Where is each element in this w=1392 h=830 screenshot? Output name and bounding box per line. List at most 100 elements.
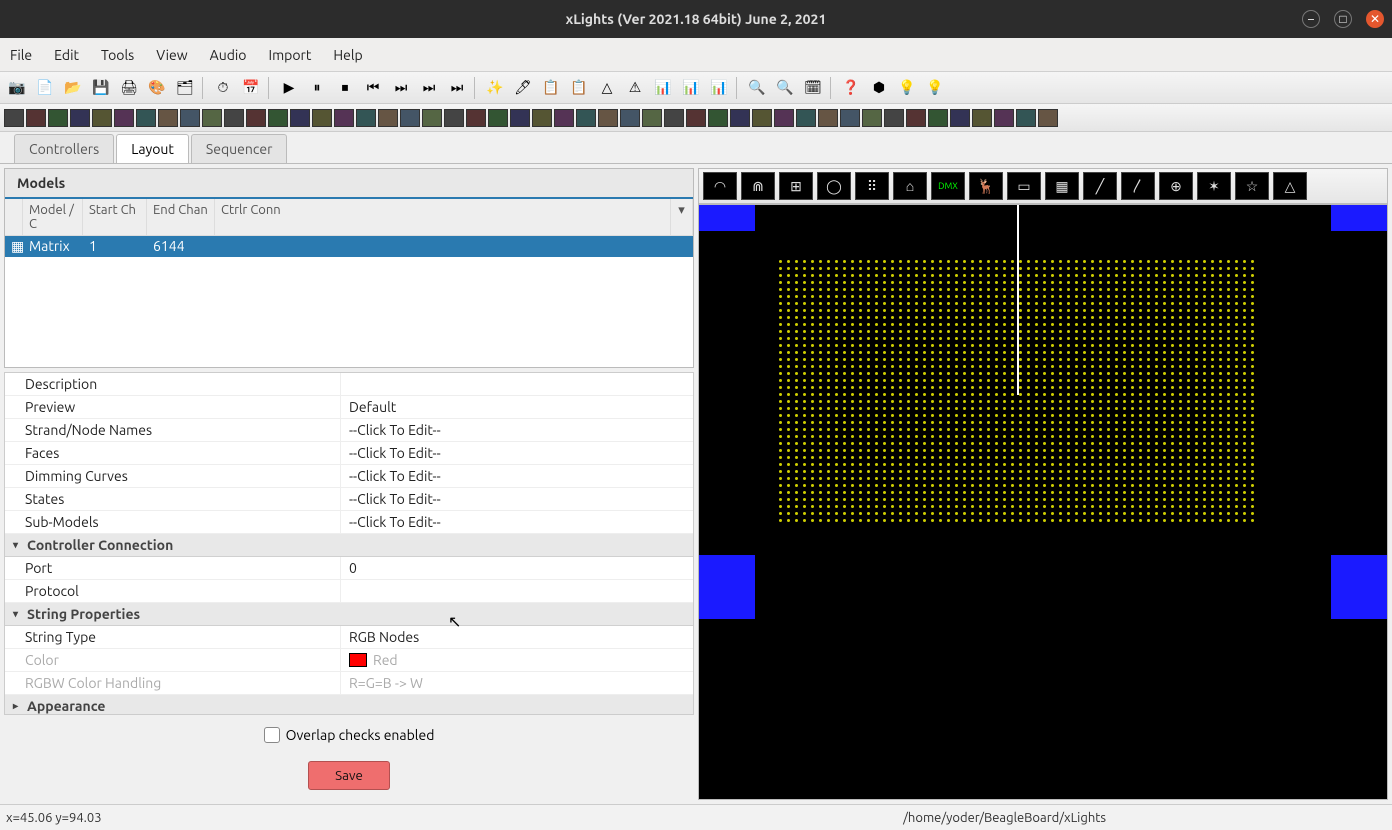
toolbar-button-20[interactable]: 🖊 [510,76,536,100]
toolbar-button-11[interactable]: ▶ [276,76,302,100]
effect-button-5[interactable] [114,109,134,127]
toolbar-button-13[interactable]: ⏹ [332,76,358,100]
prop-stringtype-value[interactable]: RGB Nodes [341,626,693,648]
toolbar-button-14[interactable]: ⏮ [360,76,386,100]
effect-button-6[interactable] [136,109,156,127]
toolbar-button-9[interactable]: 📅 [238,76,264,100]
prop-states-value[interactable]: --Click To Edit-- [341,488,693,510]
prop-submodels-value[interactable]: --Click To Edit-- [341,511,693,533]
toolbar-button-25[interactable]: 📊 [650,76,676,100]
effect-button-35[interactable] [774,109,794,127]
effect-button-27[interactable] [598,109,618,127]
toolbar-button-35[interactable]: 💡 [894,76,920,100]
shape-dots-button[interactable]: ⠿ [855,172,889,200]
effect-button-34[interactable] [752,109,772,127]
effect-button-44[interactable] [972,109,992,127]
preview-canvas[interactable] [698,204,1388,800]
effect-button-23[interactable] [510,109,530,127]
effect-button-13[interactable] [290,109,310,127]
models-dropdown-icon[interactable]: ▾ [671,199,693,235]
shape-arches-button[interactable]: ⋒ [741,172,775,200]
toolbar-button-36[interactable]: 💡 [922,76,948,100]
prop-faces-value[interactable]: --Click To Edit-- [341,442,693,464]
toolbar-button-19[interactable]: ✨ [482,76,508,100]
toolbar-button-21[interactable]: 📋 [538,76,564,100]
toolbar-button-2[interactable]: 📂 [60,76,86,100]
effect-button-9[interactable] [202,109,222,127]
overlap-checkbox[interactable] [264,727,280,743]
toolbar-button-5[interactable]: 🎨 [144,76,170,100]
menu-tools[interactable]: Tools [101,47,134,63]
prop-color-value[interactable]: Red [341,649,693,671]
effect-button-26[interactable] [576,109,596,127]
shape-line-button[interactable]: ╱ [1083,172,1117,200]
shape-window-button[interactable]: ⊞ [779,172,813,200]
prop-protocol-value[interactable] [341,580,693,602]
toolbar-button-16[interactable]: ⏭ [416,76,442,100]
effect-button-39[interactable] [862,109,882,127]
toolbar-button-24[interactable]: ⚠ [622,76,648,100]
shape-star2-button[interactable]: ☆ [1235,172,1269,200]
effect-button-46[interactable] [1016,109,1036,127]
shape-frame-button[interactable]: ▭ [1007,172,1041,200]
maximize-button[interactable]: □ [1334,10,1352,28]
minimize-button[interactable]: – [1302,10,1320,28]
toolbar-button-6[interactable]: 🗂 [172,76,198,100]
toolbar-button-23[interactable]: △ [594,76,620,100]
shape-deer-button[interactable]: 🦌 [969,172,1003,200]
toolbar-button-1[interactable]: 📄 [32,76,58,100]
toolbar-button-0[interactable]: 📷 [4,76,30,100]
effect-button-17[interactable] [378,109,398,127]
corner-handle-br[interactable] [1331,555,1387,619]
models-table-row[interactable]: ▦ Matrix 1 6144 [5,236,693,257]
prop-dimming-value[interactable]: --Click To Edit-- [341,465,693,487]
tab-layout[interactable]: Layout [116,134,189,163]
prop-group-string[interactable]: ▾String Properties [5,603,693,626]
toolbar-button-34[interactable]: ⬢ [866,76,892,100]
prop-port-value[interactable]: 0 [341,557,693,579]
effect-button-2[interactable] [48,109,68,127]
corner-handle-bl[interactable] [699,555,755,619]
menu-audio[interactable]: Audio [210,47,247,63]
toolbar-button-26[interactable]: 📊 [678,76,704,100]
shape-arch-button[interactable]: ◠ [703,172,737,200]
effect-button-18[interactable] [400,109,420,127]
toolbar-button-27[interactable]: 📊 [706,76,732,100]
effect-button-32[interactable] [708,109,728,127]
shape-dmx-button[interactable]: DMX [931,172,965,200]
toolbar-button-15[interactable]: ⏭ [388,76,414,100]
effect-button-1[interactable] [26,109,46,127]
toolbar-button-30[interactable]: 🔍 [772,76,798,100]
save-button[interactable]: Save [308,761,390,790]
models-table-header[interactable]: Model / C Start Ch End Chan Ctrlr Conn ▾ [5,199,693,236]
prop-group-appearance[interactable]: ▸Appearance [5,695,693,715]
shape-matrix-button[interactable]: ▦ [1045,172,1079,200]
effect-button-25[interactable] [554,109,574,127]
toolbar-button-29[interactable]: 🔍 [744,76,770,100]
effect-button-15[interactable] [334,109,354,127]
shape-poly-button[interactable]: 〳 [1121,172,1155,200]
effect-button-43[interactable] [950,109,970,127]
effect-button-20[interactable] [444,109,464,127]
effect-button-37[interactable] [818,109,838,127]
effect-button-38[interactable] [840,109,860,127]
effect-button-0[interactable] [4,109,24,127]
prop-rgbw-value[interactable]: R=G=B -> W [341,672,693,694]
effect-button-19[interactable] [422,109,442,127]
effect-button-14[interactable] [312,109,332,127]
effect-button-41[interactable] [906,109,926,127]
toolbar-button-3[interactable]: 💾 [88,76,114,100]
shape-star-button[interactable]: ✶ [1197,172,1231,200]
models-header[interactable]: Models [5,169,693,199]
prop-group-controller[interactable]: ▾Controller Connection [5,534,693,557]
menu-view[interactable]: View [156,47,187,63]
effect-button-7[interactable] [158,109,178,127]
toolbar-button-33[interactable]: ❓ [838,76,864,100]
toolbar-button-8[interactable]: ⏱ [210,76,236,100]
toolbar-button-22[interactable]: 📋 [566,76,592,100]
toolbar-button-4[interactable]: 🖨 [116,76,142,100]
toolbar-button-17[interactable]: ⏭ [444,76,470,100]
effect-button-16[interactable] [356,109,376,127]
effect-button-22[interactable] [488,109,508,127]
shape-tree-button[interactable]: △ [1273,172,1307,200]
